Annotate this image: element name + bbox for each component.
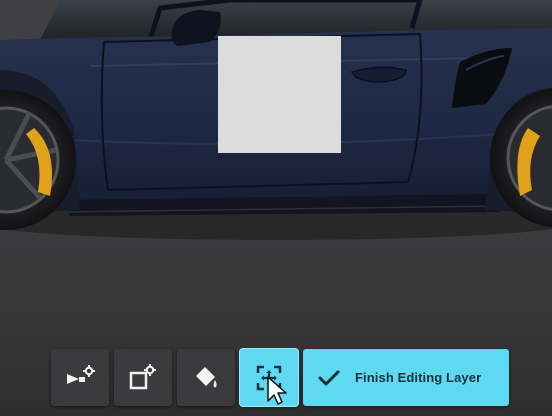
check-icon bbox=[317, 366, 341, 390]
spray-settings-button[interactable] bbox=[51, 349, 109, 406]
finish-editing-layer-label: Finish Editing Layer bbox=[355, 370, 482, 385]
transform-button[interactable] bbox=[240, 349, 298, 406]
layer-settings-button[interactable] bbox=[114, 349, 172, 406]
finish-editing-layer-button[interactable]: Finish Editing Layer bbox=[303, 349, 509, 406]
paint-bucket-icon bbox=[190, 362, 222, 394]
paint-fill-button[interactable] bbox=[177, 349, 235, 406]
move-arrows-icon bbox=[254, 363, 284, 393]
edited-layer-rectangle bbox=[218, 36, 341, 153]
livery-editor-viewport[interactable]: Finish Editing Layer bbox=[0, 0, 552, 416]
square-gear-icon bbox=[126, 362, 160, 394]
spray-gear-icon bbox=[63, 363, 97, 393]
